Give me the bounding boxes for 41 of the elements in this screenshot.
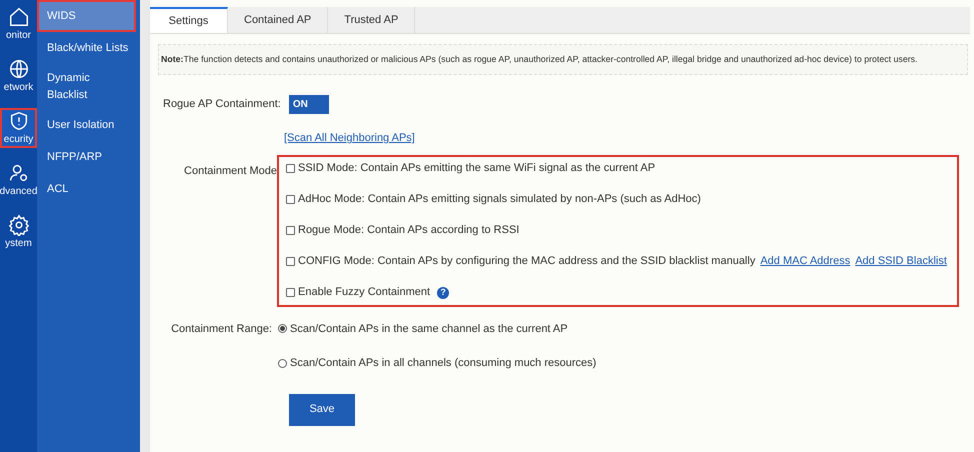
checkbox[interactable] [286, 288, 295, 298]
field-label: Containment Mode [183, 164, 277, 179]
toggle-switch[interactable]: ON [288, 95, 329, 114]
checkbox[interactable] [286, 226, 295, 236]
tab[interactable]: Settings [150, 7, 228, 33]
settings-icon [8, 214, 30, 236]
submenu-item[interactable]: NFPP/ARP [37, 141, 140, 173]
rail-item[interactable]: etwork [0, 56, 37, 96]
option-link[interactable]: Add SSID Blacklist [855, 253, 947, 270]
field-label: Rogue AP Containment: [163, 97, 281, 112]
option-label: SSID Mode: Contain APs emitting the same WiFi signal as the current AP [298, 161, 656, 176]
home-icon [8, 6, 30, 28]
submenu-item[interactable]: Dynamic Blacklist [37, 64, 140, 109]
checkbox[interactable] [286, 195, 295, 204]
option-label: Enable Fuzzy Containment [298, 285, 430, 300]
submenu-item[interactable]: User Isolation [37, 109, 140, 141]
submenu-item[interactable]: ACL [37, 173, 140, 205]
scan-link[interactable]: [Scan All Neighboring APs] [284, 132, 415, 144]
help-icon[interactable]: ? [437, 286, 450, 299]
rail-item[interactable]: ecurity [0, 108, 37, 148]
checkbox[interactable] [286, 257, 295, 266]
save-button[interactable]: Save [289, 394, 355, 426]
submenu-item[interactable]: Black/white Lists [37, 32, 140, 64]
tab[interactable]: Trusted AP [328, 7, 416, 33]
option-label: Rogue Mode: Contain APs according to RSSI [298, 223, 520, 238]
option-label: Scan/Contain APs in all channels (consuming much resources) [290, 356, 596, 372]
rail-item[interactable]: onitor [0, 4, 37, 44]
radio-button[interactable] [278, 358, 287, 368]
submenu-item[interactable]: WIDS [37, 0, 136, 32]
option-label: Scan/Contain APs in the same channel as the current AP [290, 322, 568, 337]
radio-button[interactable] [278, 324, 287, 334]
tab[interactable]: Contained AP [228, 7, 328, 33]
note-box: Note:The function detects and contains unauthorized or malicious APs (such as rogue AP, unauthorized AP, attacker-controlled AP, illegal bridge and unauthorized ad-hoc device) to protect users. [158, 44, 968, 76]
option-link[interactable]: Add MAC Address [760, 253, 850, 270]
checkbox[interactable] [286, 164, 295, 174]
globe-icon [8, 58, 30, 80]
field-label: Containment Range: [170, 322, 273, 337]
rail-item[interactable]: ystem [0, 212, 37, 252]
rail-item[interactable]: dvanced [0, 160, 37, 200]
option-label: CONFIG Mode: Contain APs by configuring the MAC address and the SSID blacklist manually [298, 254, 756, 270]
option-label: AdHoc Mode: Contain APs emitting signals simulated by non-APs (such as AdHoc) [298, 192, 701, 208]
